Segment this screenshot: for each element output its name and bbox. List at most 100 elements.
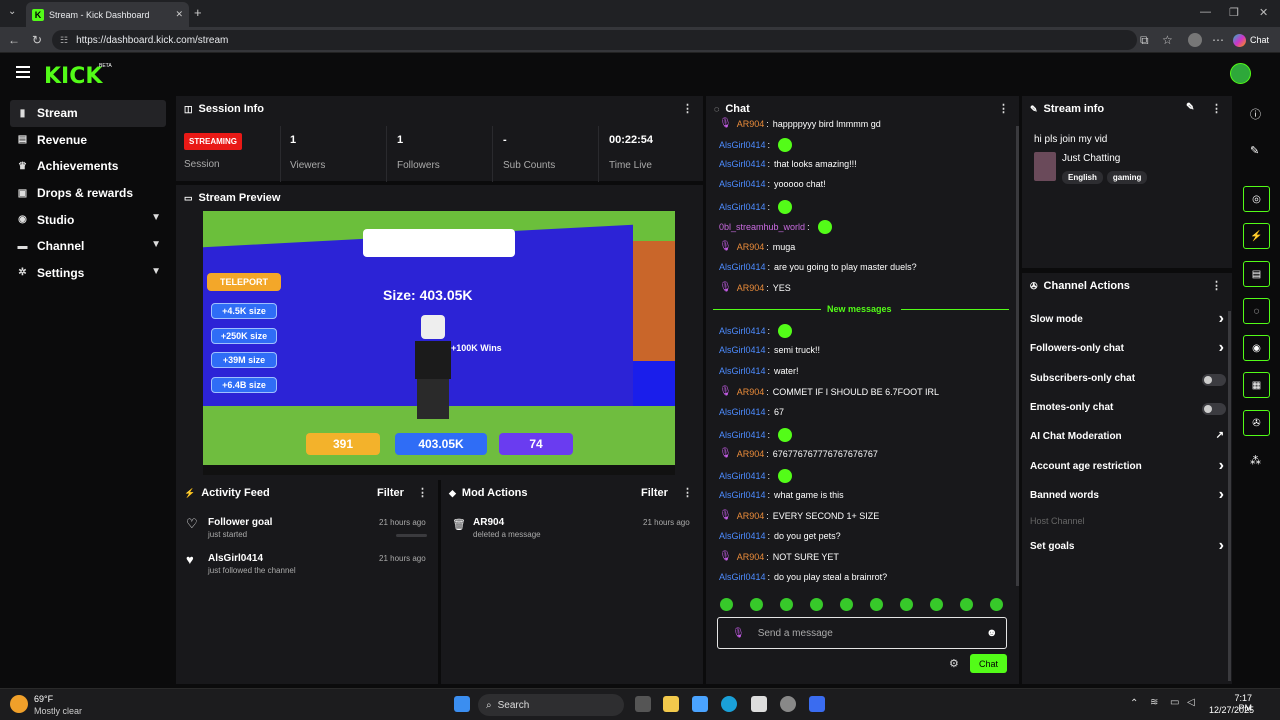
menu-icon[interactable]	[16, 66, 30, 78]
rail-video-button[interactable]: ▦	[1243, 372, 1270, 398]
channel-action-8[interactable]: Set goals ›	[1030, 537, 1226, 555]
emote-icon[interactable]	[960, 598, 973, 611]
emoji-picker-icon[interactable]: ☻	[986, 627, 998, 639]
back-icon[interactable]: ←	[8, 33, 20, 47]
extensions-icon[interactable]: ⧉	[1140, 33, 1149, 48]
emote-icon[interactable]	[870, 598, 883, 611]
sidebar-item-studio[interactable]: ◉ Studio ▼	[10, 206, 166, 233]
channel-action-1[interactable]: Followers-only chat ›	[1030, 339, 1226, 357]
browser-tab[interactable]: K Stream - Kick Dashboard ✕	[26, 2, 189, 27]
rail-broadcast-button[interactable]: ◉	[1243, 335, 1270, 361]
more-options-icon[interactable]: ⋮	[998, 102, 1009, 115]
start-icon[interactable]	[454, 696, 470, 712]
chat-username[interactable]: AR904	[737, 511, 765, 521]
toggle-switch[interactable]	[1202, 403, 1226, 415]
chat-username[interactable]: AlsGirl0414	[719, 366, 766, 376]
sidebar-item-drops[interactable]: ▣ Drops & rewards	[10, 180, 166, 207]
sidebar-item-stream[interactable]: ▮ Stream	[10, 100, 166, 127]
filter-button[interactable]: Filter	[641, 487, 668, 499]
more-options-icon[interactable]: ⋮	[682, 486, 693, 499]
weather-icon[interactable]	[10, 695, 28, 713]
tab-list-icon[interactable]: ⌄	[8, 6, 16, 17]
close-window-icon[interactable]: ✕	[1259, 6, 1268, 19]
sidebar-item-achievements[interactable]: ♛ Achievements	[10, 153, 166, 180]
channel-action-2[interactable]: Subscribers-only chat	[1030, 373, 1226, 387]
sidebar-item-channel[interactable]: ▬ Channel ▼	[10, 233, 166, 260]
rail-bolt-button[interactable]: ⚡	[1243, 223, 1270, 249]
chat-username[interactable]: AlsGirl0414	[719, 490, 766, 500]
more-options-icon[interactable]: ⋮	[1211, 102, 1222, 115]
chat-username[interactable]: AlsGirl0414	[719, 345, 766, 355]
actions-scrollbar[interactable]	[1228, 311, 1231, 681]
site-info-icon[interactable]: ☷	[60, 35, 68, 46]
edit-icon[interactable]: ✎	[1186, 102, 1194, 113]
chat-username[interactable]: AlsGirl0414	[719, 471, 766, 481]
minimize-icon[interactable]: —	[1200, 6, 1211, 18]
sidebar-item-revenue[interactable]: ▤ Revenue	[10, 127, 166, 154]
stream-preview-video[interactable]: Size: 403.05K TELEPORT +4.5K size +250K …	[203, 211, 675, 475]
chat-settings-icon[interactable]: ⚙	[949, 657, 959, 670]
dots-icon[interactable]: ⁂	[1250, 454, 1261, 467]
emote-icon[interactable]	[930, 598, 943, 611]
channel-action-5[interactable]: Account age restriction ›	[1030, 457, 1226, 475]
emote-icon[interactable]	[720, 598, 733, 611]
emote-icon[interactable]	[900, 598, 913, 611]
sidebar-item-settings[interactable]: ✲ Settings ▼	[10, 260, 166, 287]
toggle-switch[interactable]	[1202, 374, 1226, 386]
chat-username[interactable]: AlsGirl0414	[719, 326, 766, 336]
more-options-icon[interactable]: ⋮	[417, 486, 428, 499]
network-icon[interactable]: ▭	[1170, 697, 1179, 708]
file-explorer-icon[interactable]	[663, 696, 679, 712]
emote-icon[interactable]	[990, 598, 1003, 611]
chat-username[interactable]: AR904	[737, 283, 765, 293]
tray-chevron-icon[interactable]: ⌃	[1130, 698, 1138, 709]
pencil-icon[interactable]: ✎	[1250, 144, 1259, 157]
chat-username[interactable]: AlsGirl0414	[719, 179, 766, 189]
rail-chat-button[interactable]: ◌	[1243, 298, 1270, 324]
chat-username[interactable]: AlsGirl0414	[719, 159, 766, 169]
kick-logo[interactable]: KICK	[44, 64, 102, 89]
copilot-taskbar-icon[interactable]	[692, 696, 708, 712]
chat-username[interactable]: 0bl_streamhub_world	[719, 222, 805, 232]
taskbar-search[interactable]: ⌕ Search	[478, 694, 624, 716]
task-view-icon[interactable]	[635, 696, 651, 712]
info-icon[interactable]: ⓘ	[1250, 106, 1261, 122]
chat-scrollbar[interactable]	[1016, 126, 1019, 586]
chat-username[interactable]: AR904	[737, 242, 765, 252]
rail-tools-button[interactable]: ✇	[1243, 410, 1270, 436]
channel-action-0[interactable]: Slow mode ›	[1030, 310, 1226, 328]
chat-username[interactable]: AlsGirl0414	[719, 202, 766, 212]
chat-username[interactable]: AlsGirl0414	[719, 262, 766, 272]
emote-icon[interactable]	[840, 598, 853, 611]
profile-icon[interactable]	[1188, 33, 1202, 47]
emote-icon[interactable]	[780, 598, 793, 611]
reload-icon[interactable]: ↻	[32, 33, 42, 47]
emote-icon[interactable]	[810, 598, 823, 611]
chat-username[interactable]: AR904	[737, 387, 765, 397]
close-tab-icon[interactable]: ✕	[175, 9, 183, 20]
chat-input[interactable]: 🎙 Send a message ☻	[717, 617, 1007, 649]
emote-icon[interactable]	[750, 598, 763, 611]
filter-button[interactable]: Filter	[377, 487, 404, 499]
chat-username[interactable]: AlsGirl0414	[719, 140, 766, 150]
chat-username[interactable]: AlsGirl0414	[719, 407, 766, 417]
chat-username[interactable]: AR904	[737, 552, 765, 562]
channel-action-4[interactable]: AI Chat Moderation ↗	[1030, 430, 1226, 445]
chat-username[interactable]: AlsGirl0414	[719, 430, 766, 440]
edge-icon[interactable]	[721, 696, 737, 712]
settings-taskbar-icon[interactable]	[780, 696, 796, 712]
chat-username[interactable]: AlsGirl0414	[719, 531, 766, 541]
more-icon[interactable]: ⋯	[1212, 33, 1224, 47]
rail-notes-button[interactable]: ▤	[1243, 261, 1270, 287]
copilot-chat-button[interactable]: Chat	[1233, 30, 1277, 50]
send-chat-button[interactable]: Chat	[970, 654, 1007, 673]
channel-action-6[interactable]: Banned words ›	[1030, 486, 1226, 504]
chat-username[interactable]: AlsGirl0414	[719, 572, 766, 582]
more-options-icon[interactable]: ⋮	[1211, 279, 1222, 292]
new-tab-icon[interactable]: +	[194, 5, 202, 20]
volume-icon[interactable]: ◁	[1187, 697, 1195, 708]
chat-username[interactable]: AR904	[737, 119, 765, 129]
app-taskbar-icon[interactable]	[809, 696, 825, 712]
favorites-icon[interactable]: ☆	[1162, 33, 1173, 47]
channel-action-3[interactable]: Emotes-only chat	[1030, 402, 1226, 416]
